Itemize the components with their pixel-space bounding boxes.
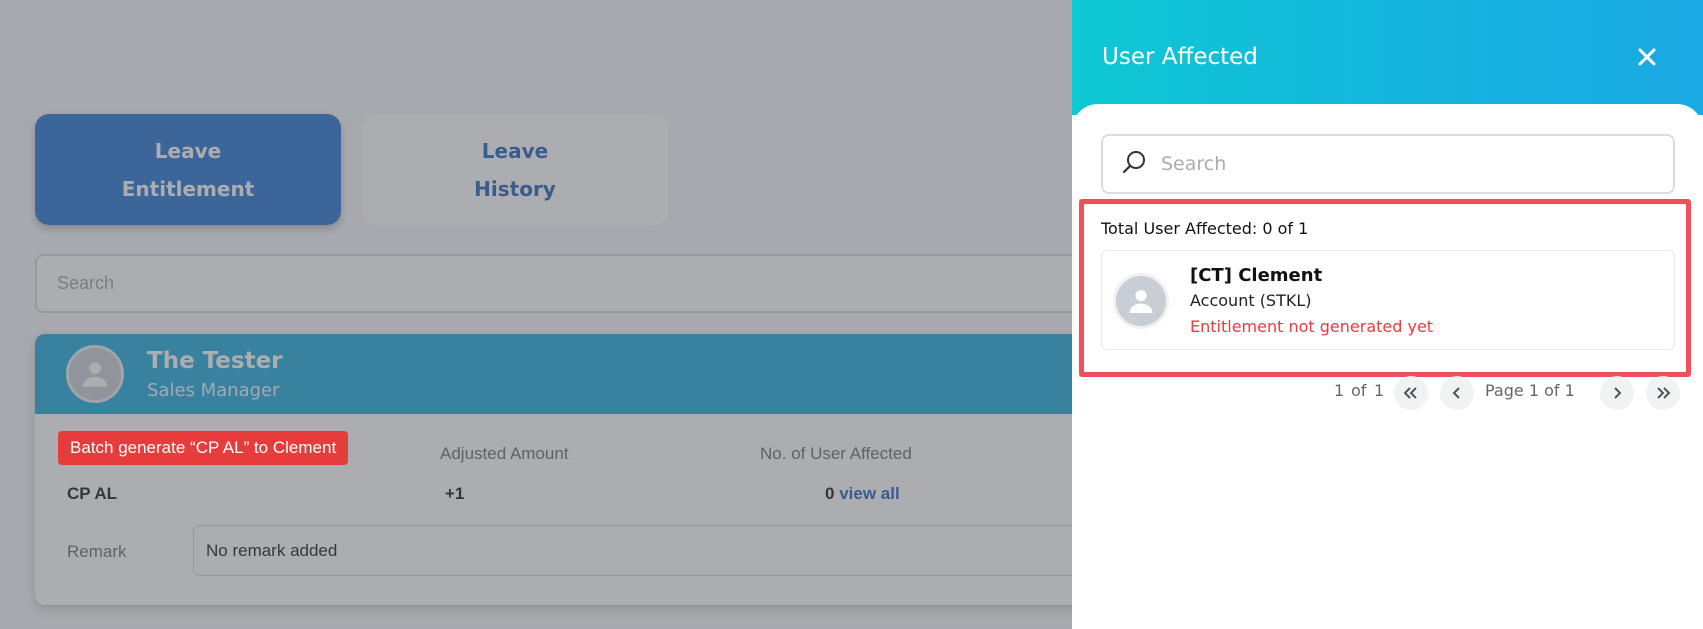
chevron-left-icon[interactable] [1440,376,1474,410]
panel-header: User Affected [1072,0,1703,115]
user-affected-panel: User Affected Total User Affected: 0 of … [1072,0,1703,629]
user-department: Account (STKL) [1190,291,1312,310]
double-chevron-left-icon[interactable] [1394,376,1428,410]
annotation-badge: Batch generate “CP AL” to Clement [58,431,349,465]
pagination: 1 of 1 Page 1 of 1 [1072,370,1703,410]
panel-title: User Affected [1102,44,1258,70]
pagination-of: of [1351,381,1367,400]
search-icon [1121,149,1147,180]
close-icon[interactable] [1632,42,1662,72]
double-chevron-right-icon[interactable] [1646,376,1680,410]
user-name: [CT] Clement [1190,265,1323,286]
chevron-right-icon[interactable] [1600,376,1634,410]
pagination-range: 1 [1334,381,1345,400]
user-avatar-icon [1113,273,1169,329]
user-status: Entitlement not generated yet [1190,317,1434,336]
total-user-affected: Total User Affected: 0 of 1 [1101,219,1309,238]
list-item[interactable]: [CT] Clement Account (STKL) Entitlement … [1101,250,1675,350]
panel-search-input[interactable] [1161,153,1641,175]
panel-body: Total User Affected: 0 of 1 [CT] Clement… [1072,104,1703,629]
panel-search-field[interactable] [1101,134,1675,194]
pagination-total: 1 [1374,381,1385,400]
pagination-page-text: Page 1 of 1 [1485,381,1575,400]
